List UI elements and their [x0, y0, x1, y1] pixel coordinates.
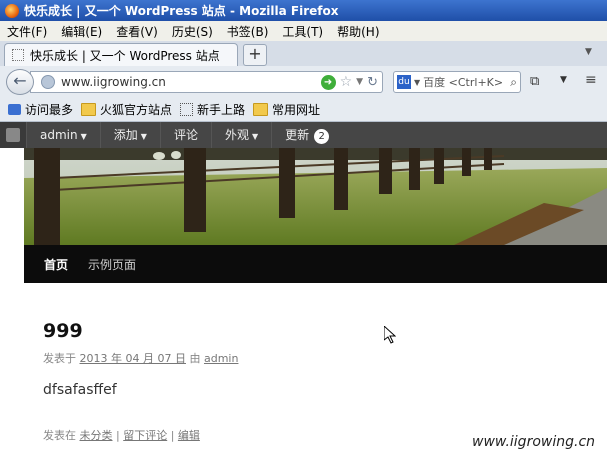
watermark: www.iigrowing.cn — [472, 434, 596, 450]
admin-appearance-label: 外观 — [224, 128, 249, 142]
meta-by: 由 — [185, 352, 204, 365]
navigation-toolbar: www.iigrowing.cn ➜ ☆ ▼ ↻ ← du ▼ 百度 <Ctrl… — [0, 66, 607, 97]
search-bar[interactable]: du ▼ 百度 <Ctrl+K> ⌕ — [393, 71, 521, 93]
bookmark-icon — [8, 103, 21, 115]
wp-admin-bar: admin ▼ 添加 ▼ 评论 外观 ▼ 更新 2 — [0, 122, 607, 148]
reload-icon[interactable]: ↻ — [367, 75, 378, 90]
meta-prefix: 发表于 — [43, 352, 80, 365]
bookmarks-toolbar: 访问最多 火狐官方站点 新手上路 常用网址 — [0, 97, 607, 122]
admin-updates-label: 更新 — [285, 128, 310, 142]
tab-list-icon[interactable]: ▼ — [585, 47, 599, 61]
mouse-cursor-icon — [384, 326, 396, 344]
nav-home[interactable]: 首页 — [44, 256, 68, 273]
category-link[interactable]: 未分类 — [80, 429, 113, 442]
footer-prefix: 发表在 — [43, 429, 80, 442]
post-title[interactable]: 999 — [43, 320, 83, 342]
post-meta: 发表于 2013 年 04 月 07 日 由 admin — [43, 350, 238, 366]
wp-avatar-area[interactable] — [0, 122, 26, 148]
menu-edit[interactable]: 编辑(E) — [54, 23, 109, 40]
admin-add-label: 添加 — [113, 128, 138, 142]
caret-down-icon: ▼ — [251, 132, 259, 141]
tab-active[interactable]: 快乐成长 | 又一个 WordPress 站点 — [4, 43, 238, 66]
bookmark-label: 访问最多 — [25, 102, 74, 117]
url-dropdown-icon[interactable]: ▼ — [356, 77, 363, 87]
site-navigation: 首页 示例页面 — [24, 245, 607, 283]
admin-user-menu[interactable]: admin ▼ — [26, 122, 100, 148]
bookmark-label: 常用网址 — [272, 102, 321, 117]
url-text[interactable]: www.iigrowing.cn — [61, 75, 321, 89]
bookmark-label: 新手上路 — [197, 102, 246, 117]
back-button[interactable]: ← — [6, 69, 34, 95]
bookmark-star-icon[interactable]: ☆ — [340, 74, 353, 90]
search-placeholder[interactable]: 百度 <Ctrl+K> — [423, 74, 510, 90]
post-date-link[interactable]: 2013 年 04 月 07 日 — [80, 352, 186, 365]
folder-icon — [253, 102, 269, 116]
caret-down-icon: ▼ — [140, 132, 147, 141]
bookmark-label: 火狐官方站点 — [100, 102, 173, 117]
search-icon[interactable]: ⌕ — [510, 75, 517, 90]
avatar — [6, 128, 20, 142]
update-count-badge: 2 — [314, 129, 330, 144]
nav-sample-page[interactable]: 示例页面 — [88, 256, 136, 273]
bookmark-common-sites[interactable]: 常用网址 — [253, 101, 320, 118]
edit-link[interactable]: 编辑 — [178, 429, 200, 442]
separator: | — [167, 429, 178, 442]
site-header-image — [24, 148, 607, 245]
screenshot-icon[interactable]: ⧉ — [530, 74, 539, 89]
tab-bar: 快乐成长 | 又一个 WordPress 站点 + ▼ — [0, 41, 607, 67]
admin-appearance-menu[interactable]: 外观 ▼ — [210, 122, 271, 148]
menu-file[interactable]: 文件(F) — [0, 23, 54, 40]
search-engine-icon[interactable]: du — [397, 75, 411, 89]
globe-icon — [41, 75, 55, 89]
bookmark-most-visited[interactable]: 访问最多 — [8, 101, 73, 118]
new-tab-button[interactable]: + — [243, 44, 267, 66]
page-content: admin ▼ 添加 ▼ 评论 外观 ▼ 更新 2 首页 示例页面 999 发表… — [0, 122, 607, 453]
bookmark-firefox-official[interactable]: 火狐官方站点 — [81, 101, 172, 118]
admin-user-label: admin — [40, 128, 78, 142]
separator: | — [112, 429, 124, 442]
window-title: 快乐成长 | 又一个 WordPress 站点 - Mozilla Firefo… — [24, 4, 339, 18]
menu-bookmarks[interactable]: 书签(B) — [220, 23, 276, 40]
admin-updates[interactable]: 更新 2 — [271, 122, 342, 148]
tab-title: 快乐成长 | 又一个 WordPress 站点 — [30, 48, 220, 63]
engine-dropdown-icon[interactable]: ▼ — [414, 78, 420, 87]
admin-comments-label: 评论 — [173, 128, 198, 142]
page-icon — [180, 102, 194, 116]
menu-history[interactable]: 历史(S) — [165, 23, 220, 40]
menu-help[interactable]: 帮助(H) — [330, 23, 386, 40]
post-body: dfsafasffef — [43, 382, 117, 398]
toolbar-dropdown-icon[interactable]: ▼ — [560, 75, 567, 85]
window-titlebar: 快乐成长 | 又一个 WordPress 站点 - Mozilla Firefo… — [0, 0, 607, 21]
bookmark-getting-started[interactable]: 新手上路 — [180, 101, 245, 118]
folder-icon — [81, 102, 97, 116]
menu-tools[interactable]: 工具(T) — [275, 23, 330, 40]
go-arrow-icon[interactable]: ➜ — [320, 74, 336, 90]
menu-icon[interactable]: ≡ — [585, 72, 597, 88]
firefox-logo-icon — [5, 3, 19, 18]
admin-comments[interactable]: 评论 — [159, 122, 211, 148]
post-footer: 发表在 未分类 | 留下评论 | 编辑 — [43, 427, 200, 443]
leave-comment-link[interactable]: 留下评论 — [123, 429, 167, 442]
page-favicon-icon — [12, 49, 24, 61]
post-author-link[interactable]: admin — [204, 352, 238, 365]
menu-bar: 文件(F) 编辑(E) 查看(V) 历史(S) 书签(B) 工具(T) 帮助(H… — [0, 21, 607, 41]
admin-add-menu[interactable]: 添加 ▼ — [99, 122, 160, 148]
url-bar[interactable]: www.iigrowing.cn ➜ ☆ ▼ ↻ — [30, 71, 383, 93]
menu-view[interactable]: 查看(V) — [109, 23, 165, 40]
caret-down-icon: ▼ — [80, 132, 87, 141]
